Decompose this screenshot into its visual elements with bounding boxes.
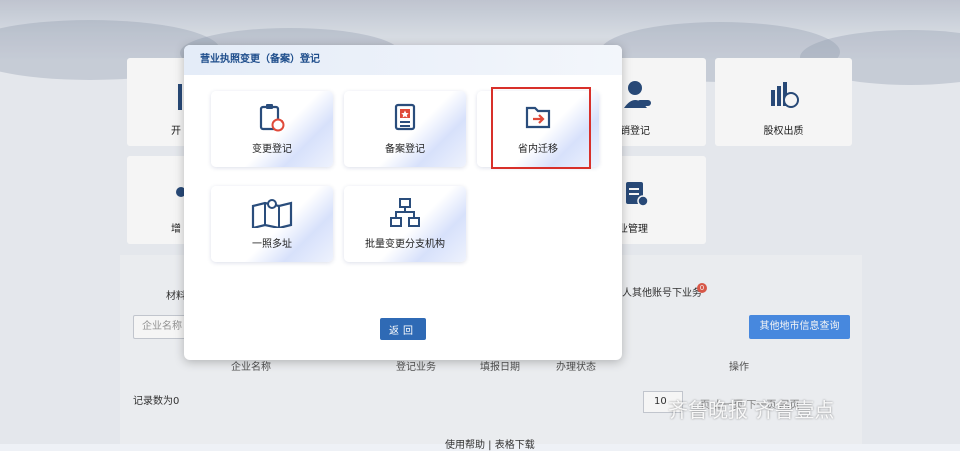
watermark-logo: 齐鲁晚报 齐鲁壹点 bbox=[668, 398, 835, 422]
filing-registration-label: 备案登记 bbox=[385, 144, 425, 155]
batch-branch-change-card[interactable]: 批量变更分支机构 bbox=[344, 186, 466, 262]
change-registration-label: 变更登记 bbox=[252, 144, 292, 155]
map-location-icon bbox=[251, 199, 293, 228]
modal-title: 营业执照变更（备案）登记 bbox=[184, 45, 622, 75]
certificate-icon bbox=[394, 103, 416, 131]
org-chart-icon bbox=[390, 198, 420, 227]
return-button[interactable]: 返回 bbox=[380, 318, 426, 340]
multi-address-label: 一照多址 bbox=[252, 239, 292, 250]
batch-branch-change-label: 批量变更分支机构 bbox=[365, 239, 445, 250]
selection-highlight-box bbox=[491, 87, 591, 169]
filing-registration-card[interactable]: 备案登记 bbox=[344, 91, 466, 167]
multi-address-card[interactable]: 一照多址 bbox=[211, 186, 333, 262]
clipboard-refresh-icon bbox=[259, 104, 285, 132]
change-registration-card[interactable]: 变更登记 bbox=[211, 91, 333, 167]
